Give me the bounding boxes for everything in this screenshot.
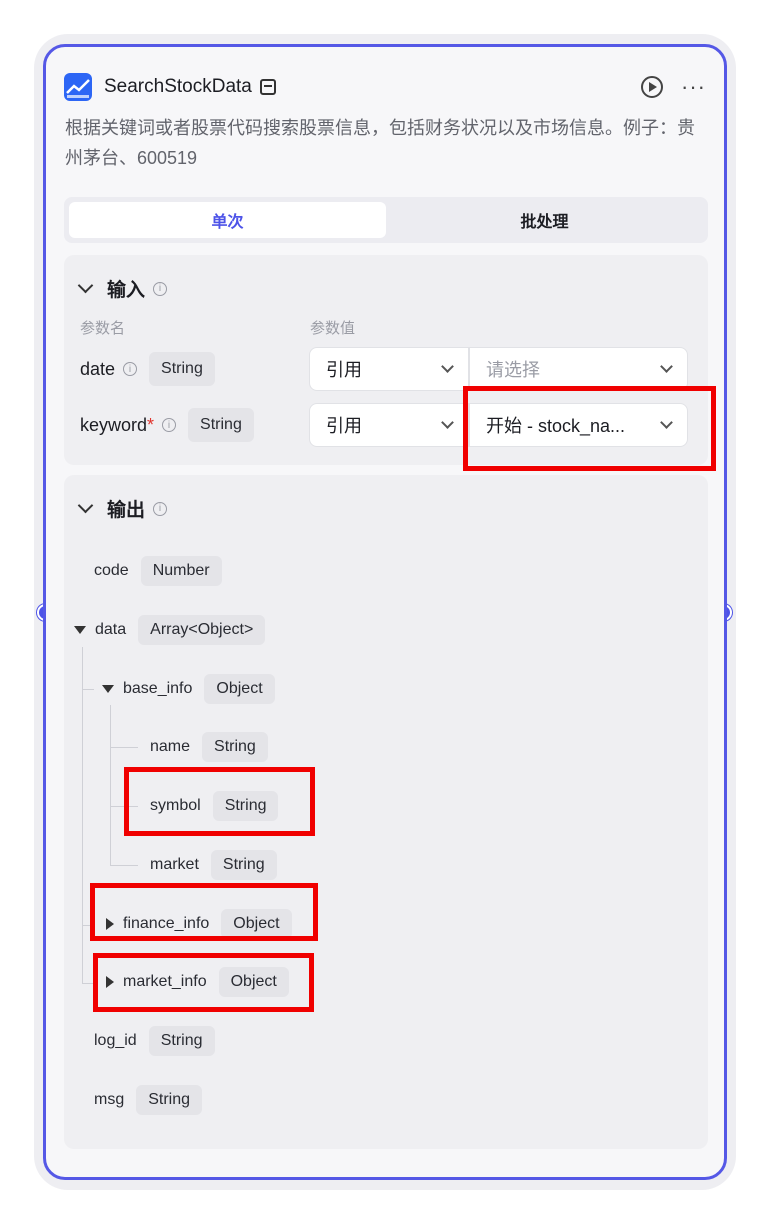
- type-tag: Object: [204, 674, 275, 704]
- type-tag: String: [149, 352, 215, 386]
- highlight-box: [124, 767, 315, 836]
- param-name: keyword: [80, 414, 148, 435]
- store-icon: [259, 79, 276, 95]
- info-icon[interactable]: i: [123, 362, 138, 376]
- value-mode-select[interactable]: 引用: [309, 403, 469, 447]
- caret-down-icon[interactable]: [102, 685, 114, 693]
- field-name: data: [95, 621, 127, 638]
- info-icon[interactable]: i: [153, 281, 168, 296]
- field-name: code: [94, 562, 129, 579]
- type-tag: String: [188, 408, 254, 442]
- chevron-down-icon: [441, 360, 454, 373]
- input-heading: 输入: [107, 280, 146, 301]
- chevron-down-icon: [77, 497, 94, 514]
- caret-down-icon[interactable]: [74, 626, 86, 634]
- param-name-column-label: 参数名: [80, 320, 126, 337]
- value-mode-select[interactable]: 引用: [309, 347, 469, 391]
- field-name: name: [150, 738, 191, 755]
- value-mode-label: 引用: [326, 360, 362, 380]
- more-icon[interactable]: ···: [681, 76, 706, 98]
- highlight-box: [463, 386, 716, 471]
- type-tag: String: [210, 850, 277, 880]
- chevron-down-icon: [660, 360, 673, 373]
- output-field-msg: msg String: [94, 1084, 203, 1116]
- mode-tabs: 单次 批处理: [64, 197, 708, 243]
- type-tag: Array<Object>: [138, 615, 266, 645]
- output-field-data[interactable]: data Array<Object>: [74, 614, 266, 646]
- variable-select[interactable]: 请选择: [469, 347, 688, 391]
- node-description: 根据关键词或者股票代码搜索股票信息，包括财务状况以及市场信息。例子：贵州茅台、6…: [65, 118, 695, 168]
- highlight-box: [93, 953, 314, 1012]
- chevron-down-icon: [441, 416, 454, 429]
- info-icon[interactable]: i: [162, 418, 177, 432]
- tree-connector: [110, 865, 138, 866]
- type-tag: String: [202, 732, 268, 762]
- input-section-header[interactable]: 输入 i: [77, 275, 168, 302]
- output-section-header[interactable]: 输出 i: [77, 495, 168, 522]
- node-title: SearchStockData: [104, 76, 252, 97]
- tree-connector: [82, 647, 83, 983]
- output-field-market: market String: [150, 849, 277, 881]
- field-name: log_id: [94, 1032, 137, 1049]
- param-value-column-label: 参数值: [310, 320, 356, 337]
- highlight-box: [90, 883, 318, 941]
- tree-connector: [110, 747, 138, 748]
- output-field-name: name String: [150, 731, 268, 763]
- chevron-down-icon: [77, 277, 94, 294]
- type-tag: Number: [140, 556, 222, 586]
- field-name: market: [150, 856, 199, 873]
- output-field-base-info[interactable]: base_info Object: [102, 673, 275, 705]
- tree-connector: [110, 705, 111, 865]
- param-row-date: date i String 引用 请选择: [80, 347, 692, 391]
- type-tag: String: [136, 1085, 203, 1115]
- field-name: msg: [94, 1091, 125, 1108]
- node-header: SearchStockData ···: [64, 71, 706, 103]
- output-field-log-id: log_id String: [94, 1025, 215, 1057]
- info-icon[interactable]: i: [153, 501, 168, 516]
- param-name: date: [80, 358, 116, 379]
- required-mark: *: [147, 414, 155, 435]
- value-mode-label: 引用: [326, 416, 362, 436]
- variable-select-placeholder: 请选择: [486, 360, 540, 380]
- tree-connector: [82, 689, 94, 690]
- field-name: base_info: [123, 680, 193, 697]
- tab-batch[interactable]: 批处理: [386, 202, 703, 238]
- run-icon[interactable]: [641, 76, 664, 98]
- tab-single[interactable]: 单次: [69, 202, 386, 238]
- output-field-code: code Number: [94, 555, 222, 587]
- type-tag: String: [148, 1026, 215, 1056]
- plugin-logo-icon: [64, 73, 92, 101]
- output-heading: 输出: [107, 500, 146, 521]
